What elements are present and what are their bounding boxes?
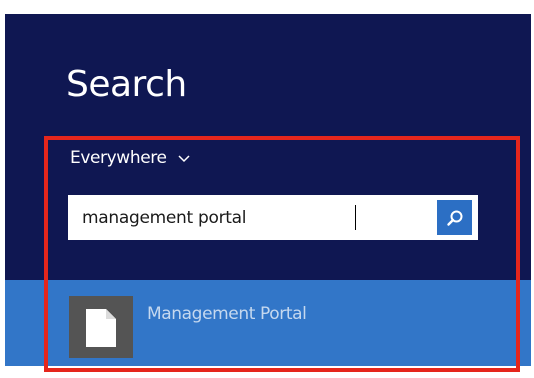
search-button[interactable] <box>437 200 472 235</box>
search-box <box>68 195 478 240</box>
screenshot-frame: Search Everywhere Management Portal <box>0 0 534 378</box>
search-scope-dropdown[interactable]: Everywhere <box>70 148 191 168</box>
search-scope-label: Everywhere <box>70 148 167 168</box>
chevron-down-icon <box>178 155 190 163</box>
text-caret <box>355 205 356 230</box>
search-input[interactable] <box>68 195 428 240</box>
result-app-tile <box>69 296 133 358</box>
search-icon <box>446 210 462 226</box>
document-icon <box>86 309 116 347</box>
pane-title: Search <box>66 64 187 105</box>
search-result-item[interactable]: Management Portal <box>5 280 531 366</box>
result-label: Management Portal <box>147 304 307 324</box>
